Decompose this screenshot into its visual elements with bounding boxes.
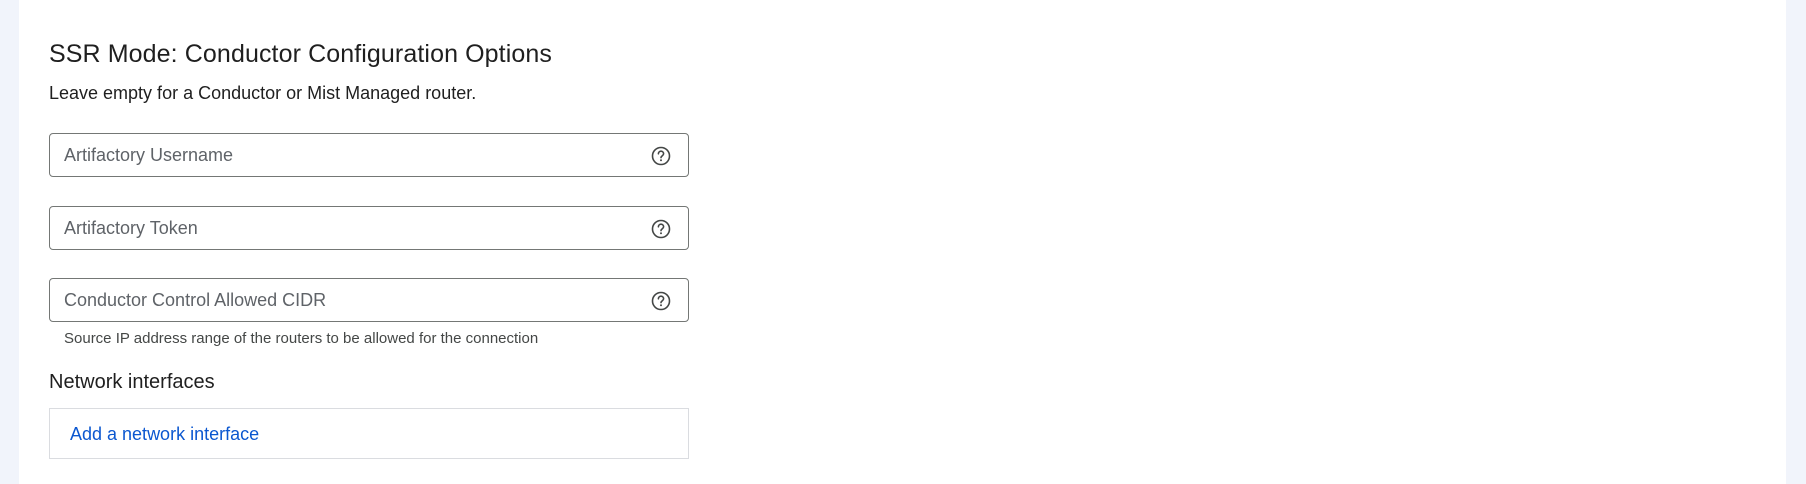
conductor-cidr-field [49, 278, 689, 322]
artifactory-username-input[interactable] [64, 135, 644, 175]
artifactory-token-field [49, 206, 689, 250]
network-interfaces-title: Network interfaces [49, 371, 215, 393]
configuration-panel: SSR Mode: Conductor Configuration Option… [19, 0, 1786, 484]
artifactory-token-input[interactable] [64, 208, 644, 248]
network-interfaces-container: Add a network interface [49, 408, 689, 459]
section-description: Leave empty for a Conductor or Mist Mana… [49, 83, 477, 103]
artifactory-username-field [49, 133, 689, 177]
help-circle-icon[interactable] [651, 219, 671, 239]
conductor-cidr-input[interactable] [64, 280, 644, 320]
section-title: SSR Mode: Conductor Configuration Option… [49, 40, 552, 68]
conductor-cidr-helper-text: Source IP address range of the routers t… [64, 330, 539, 347]
help-circle-icon[interactable] [651, 146, 671, 166]
add-network-interface-link[interactable]: Add a network interface [70, 424, 259, 445]
help-circle-icon[interactable] [651, 291, 671, 311]
